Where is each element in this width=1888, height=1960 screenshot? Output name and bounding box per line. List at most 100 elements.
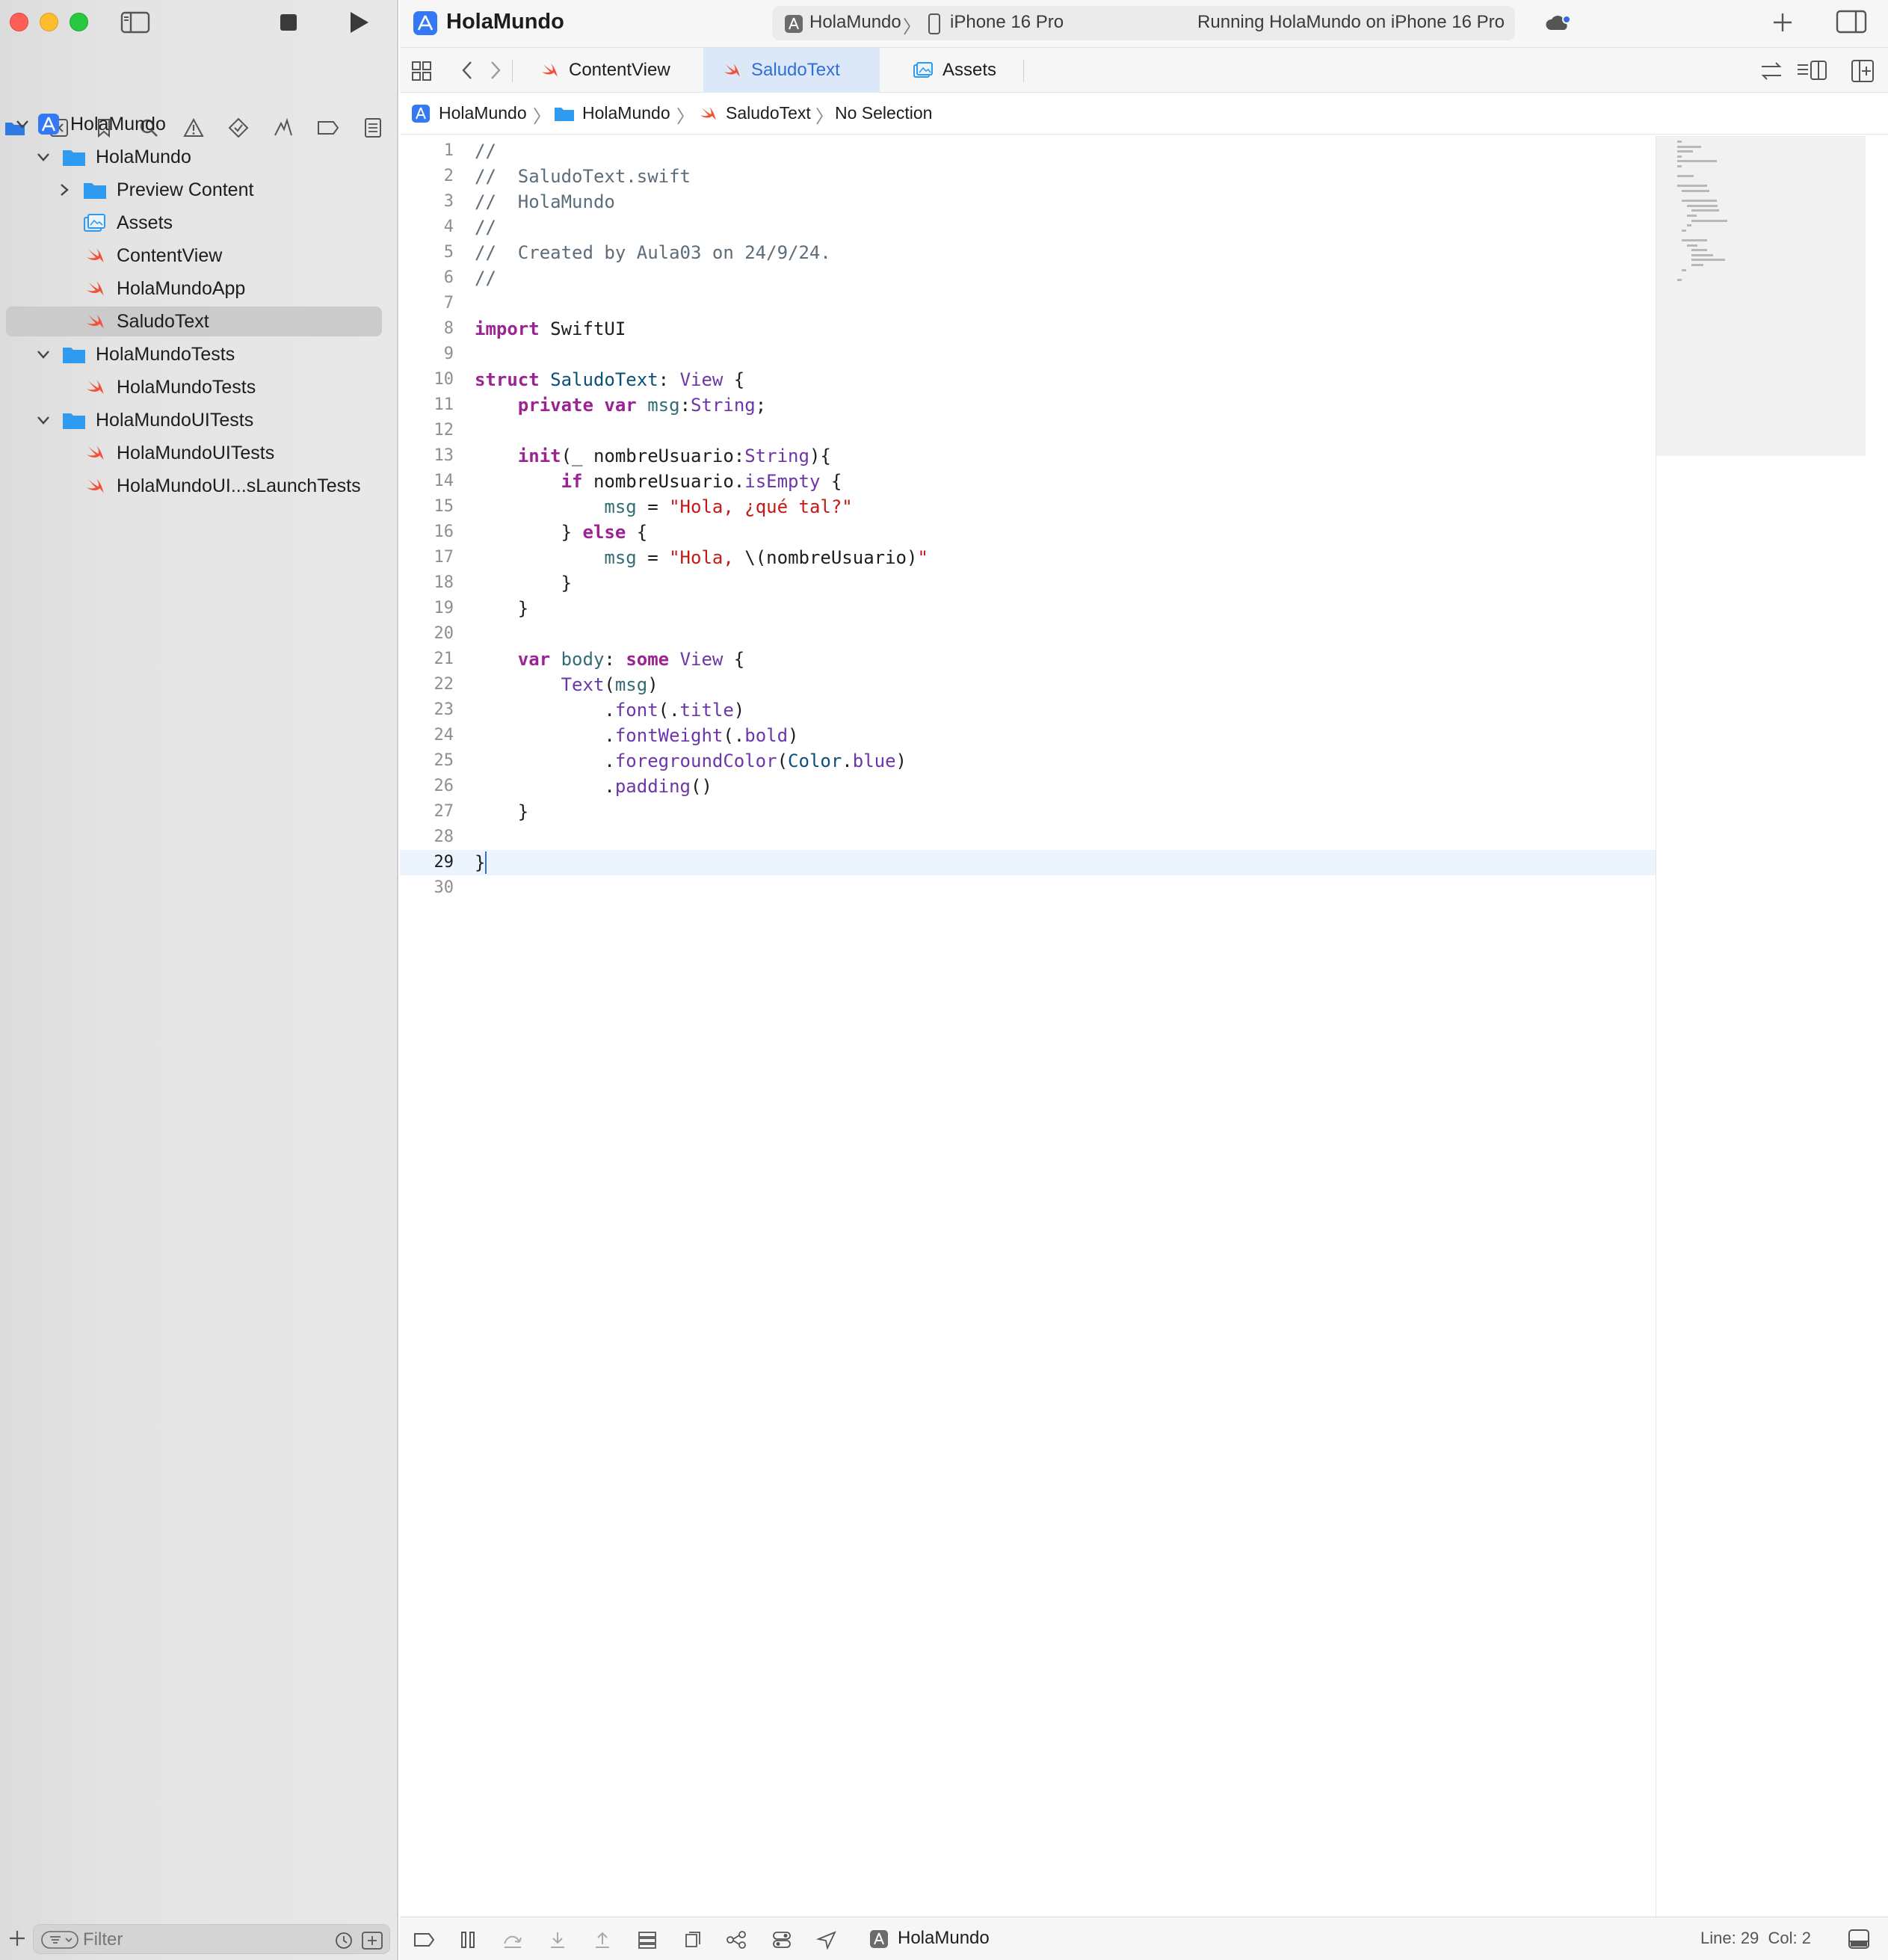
code-line[interactable]: 27 } <box>400 799 1656 825</box>
breadcrumb-folder[interactable]: HolaMundo <box>582 103 670 123</box>
minimap-visible-region[interactable] <box>1656 136 1866 456</box>
chevron-down-icon[interactable] <box>34 345 52 363</box>
code-line[interactable]: 3 // HolaMundo <box>400 189 1656 215</box>
debug-view-3d-icon[interactable] <box>681 1929 703 1950</box>
breadcrumb-file[interactable]: SaludoText <box>726 103 811 123</box>
source-control-filter-icon[interactable] <box>361 1931 383 1950</box>
zoom-window-button[interactable] <box>70 13 88 31</box>
cloud-sync-icon[interactable] <box>1543 10 1573 36</box>
code-line[interactable]: 5 // Created by Aula03 on 24/9/24. <box>400 240 1656 265</box>
minimap-line <box>1691 219 1728 222</box>
pause-icon[interactable] <box>457 1929 479 1950</box>
navigator-row[interactable]: HolaMundo <box>6 142 382 172</box>
chevron-right-icon[interactable] <box>55 181 73 199</box>
debug-process-name[interactable]: HolaMundo <box>898 1928 990 1949</box>
minimize-window-button[interactable] <box>40 13 58 31</box>
step-out-icon[interactable] <box>591 1929 614 1950</box>
code-line[interactable]: 10 struct SaludoText: View { <box>400 367 1656 392</box>
code-line[interactable]: 14 if nombreUsuario.isEmpty { <box>400 469 1656 494</box>
filter-input[interactable] <box>83 1928 352 1952</box>
code-line[interactable]: 17 msg = "Hola, \(nombreUsuario)" <box>400 545 1656 570</box>
run-icon[interactable] <box>345 9 372 36</box>
scheme-selector[interactable]: HolaMundo <box>809 12 901 33</box>
code-line[interactable]: 18 } <box>400 570 1656 596</box>
code-line[interactable]: 22 Text(msg) <box>400 672 1656 697</box>
code-line[interactable]: 29} <box>400 850 1656 875</box>
code-line[interactable]: 21 var body: some View { <box>400 647 1656 672</box>
breadcrumb-selection[interactable]: No Selection <box>835 103 932 123</box>
filter-field[interactable] <box>33 1924 390 1954</box>
code-line[interactable]: 28 <box>400 825 1656 850</box>
step-into-icon[interactable] <box>546 1929 569 1950</box>
inspector-toggle-icon[interactable] <box>1835 9 1868 36</box>
add-editor-split-icon[interactable] <box>1850 58 1875 84</box>
add-library-icon[interactable] <box>1769 9 1796 36</box>
code-line[interactable]: 24 .fontWeight(.bold) <box>400 723 1656 748</box>
code-line[interactable]: 4 // <box>400 215 1656 240</box>
code-line[interactable]: 30 <box>400 875 1656 901</box>
code-line[interactable]: 2 // SaludoText.swift <box>400 164 1656 189</box>
navigator-row[interactable]: HolaMundo <box>6 109 382 139</box>
navigator-row[interactable]: Assets <box>6 208 382 238</box>
code-line[interactable]: 20 <box>400 621 1656 647</box>
chevron-down-icon[interactable] <box>34 411 52 429</box>
navigator-row[interactable]: HolaMundoUITests <box>6 405 382 435</box>
minimap-line <box>1682 268 1687 271</box>
code-line[interactable]: 26 .padding() <box>400 774 1656 799</box>
code-line[interactable]: 9 <box>400 342 1656 367</box>
navigator-row[interactable]: ContentView <box>6 241 382 271</box>
code-token: . <box>475 776 615 797</box>
navigator-row[interactable]: HolaMundoTests <box>6 372 382 402</box>
navigator-row[interactable]: HolaMundoTests <box>6 339 382 369</box>
code-line[interactable]: 23 .font(.title) <box>400 697 1656 723</box>
run-destination-selector[interactable]: iPhone 16 Pro <box>950 12 1064 33</box>
code-line[interactable]: 19 } <box>400 596 1656 621</box>
code-line[interactable]: 1 // <box>400 138 1656 164</box>
simulate-location-icon[interactable] <box>815 1929 838 1950</box>
breadcrumb-project[interactable]: HolaMundo <box>439 103 527 123</box>
source-editor[interactable]: 1//2// SaludoText.swift 3// HolaMundo 4//5… <box>400 136 1656 1917</box>
editor-options-icon[interactable] <box>1796 58 1829 84</box>
code-line[interactable]: 7 <box>400 291 1656 316</box>
add-file-icon[interactable] <box>7 1929 27 1948</box>
code-line[interactable]: 13 init(_ nombreUsuario:String){ <box>400 443 1656 469</box>
navigator-row[interactable]: HolaMundoUI...sLaunchTests <box>6 471 382 501</box>
code-line[interactable]: 12 <box>400 418 1656 443</box>
step-over-icon[interactable] <box>502 1929 524 1950</box>
tab-assets[interactable]: Assets <box>913 48 1017 93</box>
navigator-row[interactable]: HolaMundoApp <box>6 274 382 303</box>
tab-saludotext[interactable]: SaludoText <box>703 48 880 93</box>
navigator-row[interactable]: HolaMundoUITests <box>6 438 382 468</box>
memory-graph-icon[interactable] <box>726 1929 748 1950</box>
navigator-row[interactable]: Preview Content <box>6 175 382 205</box>
breakpoints-toggle-icon[interactable] <box>413 1929 436 1950</box>
code-line[interactable]: 15 msg = "Hola, ¿qué tal?" <box>400 494 1656 520</box>
related-items-grid-icon[interactable] <box>410 60 433 82</box>
debug-area-toggle-icon[interactable] <box>1847 1928 1871 1950</box>
minimap[interactable] <box>1656 136 1888 1917</box>
code-token: ( <box>777 751 789 771</box>
code-line[interactable]: 25 .foregroundColor(Color.blue) <box>400 748 1656 774</box>
chevron-left-icon[interactable] <box>458 58 476 82</box>
code-line[interactable]: 16 } else { <box>400 520 1656 545</box>
stop-icon[interactable] <box>278 12 299 33</box>
code-line[interactable]: 11 private var msg:String; <box>400 392 1656 418</box>
code-line[interactable]: 8 import SwiftUI <box>400 316 1656 342</box>
chevron-right-icon[interactable] <box>487 58 505 82</box>
sidebar-toggle-icon[interactable] <box>120 10 151 34</box>
scheme-activity-bar[interactable]: HolaMundo 〉 iPhone 16 Pro Running HolaMu… <box>772 6 1515 40</box>
swap-arrows-icon[interactable] <box>1759 58 1784 84</box>
environment-overrides-icon[interactable] <box>771 1929 793 1950</box>
navigator-row[interactable]: SaludoText <box>6 306 382 336</box>
filter-options-icon[interactable] <box>41 1931 78 1949</box>
chevron-down-icon[interactable] <box>13 115 31 133</box>
code-text: } else { <box>475 520 648 545</box>
view-hierarchy-icon[interactable] <box>636 1929 658 1950</box>
close-window-button[interactable] <box>10 13 28 31</box>
code-line[interactable]: 6 // <box>400 265 1656 291</box>
tab-contentview[interactable]: ContentView <box>539 48 699 93</box>
debug-bar: HolaMundo Line: 29 Col: 2 <box>400 1917 1888 1960</box>
recent-files-icon[interactable] <box>334 1931 354 1950</box>
chevron-down-icon[interactable] <box>34 148 52 166</box>
